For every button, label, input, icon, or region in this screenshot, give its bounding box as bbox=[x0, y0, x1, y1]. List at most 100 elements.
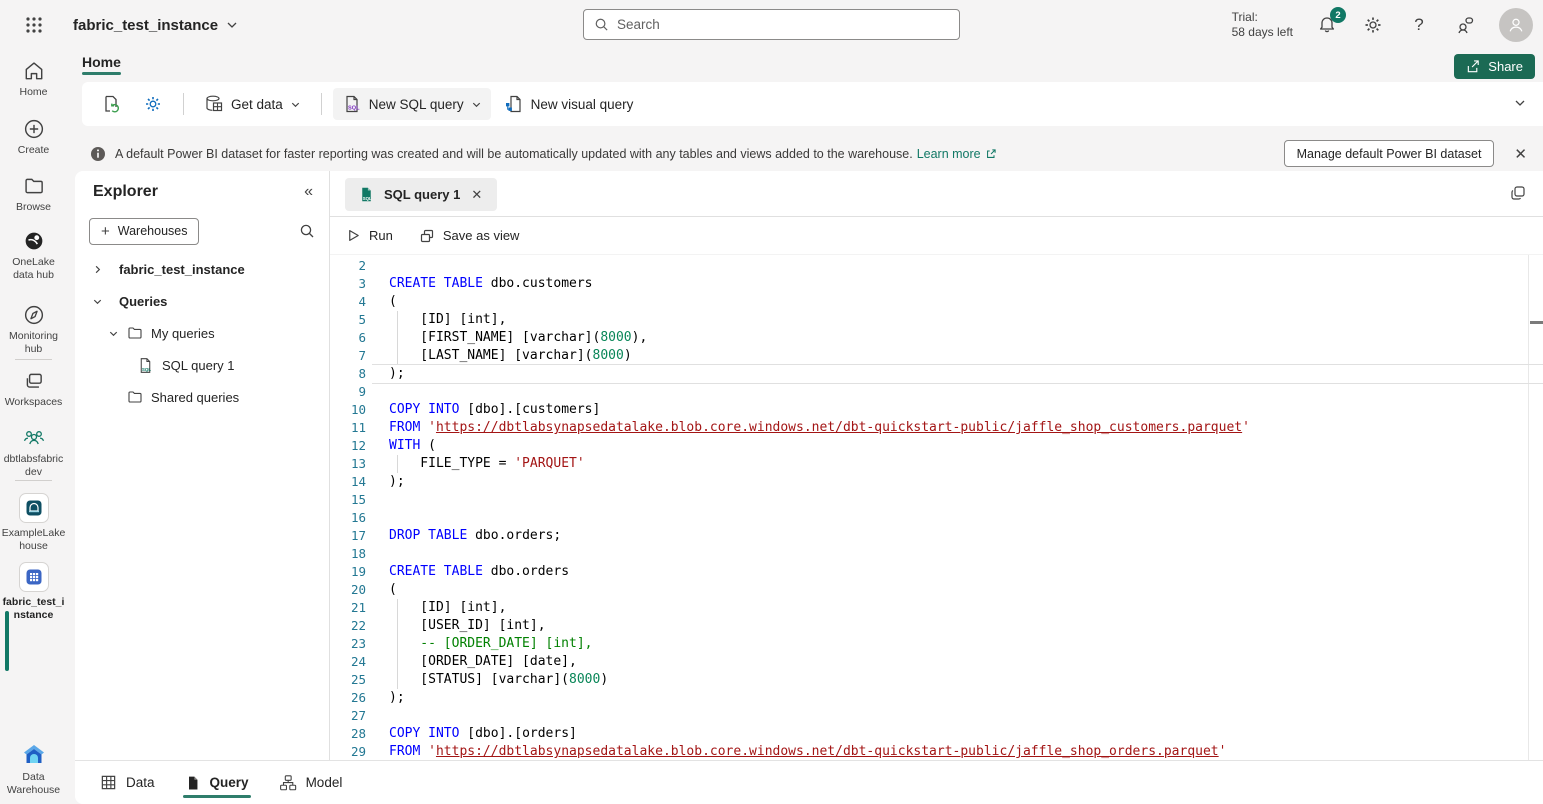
chevron-down-icon bbox=[108, 328, 119, 339]
tree-item-queries[interactable]: Queries bbox=[75, 285, 329, 317]
rail-item-home[interactable]: Home bbox=[0, 60, 67, 99]
rail-item-workspaces[interactable]: Workspaces bbox=[0, 370, 67, 409]
ribbon-collapse-button[interactable] bbox=[1513, 96, 1527, 110]
new-visual-query-button[interactable]: New visual query bbox=[495, 88, 643, 120]
explorer-tree: fabric_test_instance Queries My queries … bbox=[75, 253, 329, 413]
tree-item-shared-queries[interactable]: Shared queries bbox=[75, 381, 329, 413]
help-button[interactable]: ? bbox=[1407, 13, 1431, 37]
code-line[interactable]: 11FROM 'https://dbtlabsynapsedatalake.bl… bbox=[330, 419, 1543, 437]
code-text: DROP TABLE dbo.orders; bbox=[389, 527, 561, 545]
line-number: 17 bbox=[330, 527, 366, 545]
left-nav-rail: Home Create Browse OneLake data hub Moni… bbox=[0, 50, 67, 804]
code-editor[interactable]: 23CREATE TABLE dbo.customers4(5 [ID] [in… bbox=[330, 255, 1543, 760]
code-text: FROM 'https://dbtlabsynapsedatalake.blob… bbox=[389, 743, 1226, 760]
query-settings-button[interactable] bbox=[134, 88, 172, 120]
code-line[interactable]: 24 [ORDER_DATE] [date], bbox=[330, 653, 1543, 671]
code-line[interactable]: 23 -- [ORDER_DATE] [int], bbox=[330, 635, 1543, 653]
code-line[interactable]: 26); bbox=[330, 689, 1543, 707]
notification-badge: 2 bbox=[1330, 7, 1346, 23]
code-line[interactable]: 9 bbox=[330, 383, 1543, 401]
tab-data[interactable]: Data bbox=[100, 761, 155, 804]
folder-icon bbox=[127, 389, 143, 405]
rail-item-create[interactable]: Create bbox=[0, 118, 67, 157]
code-line[interactable]: 7 [LAST_NAME] [varchar](8000) bbox=[330, 347, 1543, 365]
rail-item-browse[interactable]: Browse bbox=[0, 175, 67, 214]
rail-item-examplelakehouse[interactable]: ExampleLakehouse bbox=[0, 493, 67, 553]
rail-item-monitoring-hub[interactable]: Monitoring hub bbox=[0, 304, 67, 356]
code-line[interactable]: 2 bbox=[330, 257, 1543, 275]
refresh-document-icon bbox=[101, 94, 121, 114]
run-button[interactable]: Run bbox=[346, 228, 393, 243]
line-number: 21 bbox=[330, 599, 366, 617]
workspaces-icon bbox=[23, 370, 45, 392]
code-line[interactable]: 12WITH ( bbox=[330, 437, 1543, 455]
code-line[interactable]: 8); bbox=[330, 365, 1543, 383]
tree-item-sql-query-1[interactable]: SQL SQL query 1 bbox=[75, 349, 329, 381]
code-line[interactable]: 5 [ID] [int], bbox=[330, 311, 1543, 329]
get-data-button[interactable]: Get data bbox=[195, 88, 310, 120]
rail-item-data-warehouse[interactable]: Data Warehouse bbox=[0, 743, 67, 797]
save-as-view-button[interactable]: Save as view bbox=[419, 228, 520, 244]
avatar[interactable] bbox=[1499, 8, 1533, 42]
code-line[interactable]: 6 [FIRST_NAME] [varchar](8000), bbox=[330, 329, 1543, 347]
tab-query[interactable]: Query bbox=[185, 761, 249, 804]
line-number: 25 bbox=[330, 671, 366, 689]
code-line[interactable]: 28COPY INTO [dbo].[orders] bbox=[330, 725, 1543, 743]
code-line[interactable]: 18 bbox=[330, 545, 1543, 563]
tree-item-my-queries[interactable]: My queries bbox=[75, 317, 329, 349]
line-number: 11 bbox=[330, 419, 366, 437]
code-line[interactable]: 15 bbox=[330, 491, 1543, 509]
code-line[interactable]: 16 bbox=[330, 509, 1543, 527]
workspace-switcher[interactable]: fabric_test_instance bbox=[73, 17, 238, 34]
data-warehouse-icon bbox=[21, 743, 47, 767]
new-warehouse-button[interactable]: + Warehouses bbox=[89, 218, 199, 245]
visual-query-icon bbox=[504, 94, 524, 114]
copy-icon[interactable] bbox=[1509, 184, 1527, 202]
manage-dataset-button[interactable]: Manage default Power BI dataset bbox=[1284, 140, 1495, 167]
code-line[interactable]: 21 [ID] [int], bbox=[330, 599, 1543, 617]
explorer-search-icon[interactable] bbox=[299, 223, 315, 239]
tree-item-warehouse[interactable]: fabric_test_instance bbox=[75, 253, 329, 285]
banner-close-icon[interactable]: ✕ bbox=[1510, 143, 1531, 165]
code-line[interactable]: 27 bbox=[330, 707, 1543, 725]
tab-sql-query-1[interactable]: SQL SQL query 1 ✕ bbox=[345, 178, 497, 211]
query-editor: SQL SQL query 1 ✕ Run Save as view 23CRE… bbox=[330, 171, 1543, 760]
refresh-button[interactable] bbox=[92, 88, 130, 120]
settings-button[interactable] bbox=[1361, 13, 1385, 37]
explorer-panel: Explorer « + Warehouses fabric_test_inst… bbox=[75, 171, 330, 760]
rail-item-onelake-data-hub[interactable]: OneLake data hub bbox=[0, 230, 67, 282]
line-number: 6 bbox=[330, 329, 366, 347]
code-text: -- [ORDER_DATE] [int], bbox=[389, 635, 593, 653]
tab-model[interactable]: Model bbox=[279, 761, 343, 804]
learn-more-link[interactable]: Learn more bbox=[917, 147, 997, 161]
code-line[interactable]: 4( bbox=[330, 293, 1543, 311]
feedback-button[interactable] bbox=[1453, 13, 1477, 37]
code-line[interactable]: 19CREATE TABLE dbo.orders bbox=[330, 563, 1543, 581]
collapse-panel-icon[interactable]: « bbox=[304, 183, 313, 201]
rail-item-dbtlabsfabricdev[interactable]: dbtlabsfabricdev bbox=[0, 427, 67, 479]
new-sql-query-button[interactable]: SQL New SQL query bbox=[333, 88, 491, 120]
app-launcher-icon[interactable] bbox=[19, 10, 49, 40]
share-button[interactable]: Share bbox=[1454, 54, 1535, 79]
notifications-button[interactable]: 2 bbox=[1315, 13, 1339, 37]
tab-close-icon[interactable]: ✕ bbox=[469, 187, 484, 203]
tab-home[interactable]: Home bbox=[82, 54, 121, 75]
svg-text:SQL: SQL bbox=[363, 196, 372, 201]
workspace-name: fabric_test_instance bbox=[73, 17, 218, 34]
code-line[interactable]: 17 DROP TABLE dbo.orders; bbox=[330, 527, 1543, 545]
code-line[interactable]: 13 FILE_TYPE = 'PARQUET' bbox=[330, 455, 1543, 473]
code-line[interactable]: 22 [USER_ID] [int], bbox=[330, 617, 1543, 635]
code-line[interactable]: 3CREATE TABLE dbo.customers bbox=[330, 275, 1543, 293]
code-line[interactable]: 20( bbox=[330, 581, 1543, 599]
code-line[interactable]: 10COPY INTO [dbo].[customers] bbox=[330, 401, 1543, 419]
line-number: 13 bbox=[330, 455, 366, 473]
code-line[interactable]: 29FROM 'https://dbtlabsynapsedatalake.bl… bbox=[330, 743, 1543, 760]
rail-item-fabric-test-instance[interactable]: fabric_test_instance bbox=[0, 562, 67, 622]
feedback-icon bbox=[1455, 15, 1475, 35]
search-input[interactable] bbox=[617, 17, 949, 32]
gear-icon bbox=[1363, 15, 1383, 35]
info-banner: A default Power BI dataset for faster re… bbox=[67, 136, 1543, 171]
code-line[interactable]: 25 [STATUS] [varchar](8000) bbox=[330, 671, 1543, 689]
code-line[interactable]: 14); bbox=[330, 473, 1543, 491]
onelake-icon bbox=[23, 230, 45, 252]
